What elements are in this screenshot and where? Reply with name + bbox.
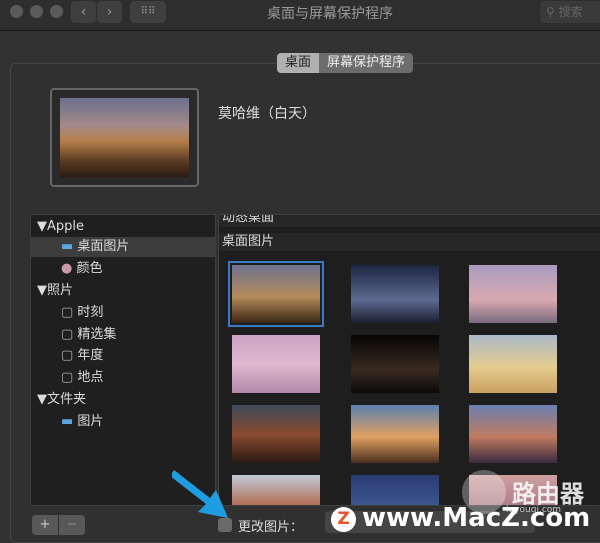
wallpaper-thumbnail[interactable]	[232, 405, 320, 463]
group-label: Apple	[47, 219, 85, 234]
disclosure-icon: ▼	[37, 219, 47, 234]
sidebar-item-pictures[interactable]: ▬ 图片	[31, 412, 215, 432]
wallpaper-thumbnail[interactable]	[469, 335, 557, 393]
wallpaper-grid[interactable]: 动态桌面 桌面图片	[218, 214, 600, 506]
folder-icon: ▬	[61, 239, 78, 254]
item-label: 地点	[77, 370, 104, 385]
group-label: 照片	[47, 283, 74, 298]
change-picture-label: 更改图片：	[238, 520, 304, 535]
wallpaper-thumbnail[interactable]	[232, 335, 320, 393]
title-bar: ‹ › ⠿⠿ 桌面与屏幕保护程序 ⚲ 搜索	[0, 0, 600, 31]
remove-folder-button[interactable]: −	[59, 515, 85, 535]
add-folder-button[interactable]: +	[32, 515, 58, 535]
zoom-button[interactable]	[50, 5, 63, 18]
group-label: 文件夹	[47, 392, 87, 407]
section-desktop-pictures: 桌面图片	[219, 233, 600, 251]
item-label: 颜色	[76, 261, 103, 276]
group-photos[interactable]: ▼照片	[31, 281, 215, 301]
tab-screensaver[interactable]: 屏幕保护程序	[319, 53, 414, 73]
search-placeholder: 搜索	[558, 5, 583, 19]
minimize-button[interactable]	[30, 5, 43, 18]
wallpaper-thumbnail[interactable]	[228, 261, 324, 327]
wallpaper-thumbnail[interactable]	[351, 475, 439, 505]
window-title: 桌面与屏幕保护程序	[267, 6, 393, 22]
photo-album-icon: ▢	[61, 348, 78, 363]
photo-album-icon: ▢	[61, 327, 78, 342]
photo-album-icon: ▢	[61, 305, 78, 320]
photo-album-icon: ▢	[61, 370, 78, 385]
wallpaper-thumbnail[interactable]	[469, 265, 557, 323]
disclosure-icon: ▼	[37, 283, 47, 298]
forward-button[interactable]: ›	[97, 1, 122, 23]
sidebar-item-desktop-pictures[interactable]: ▬ 桌面图片	[31, 237, 215, 257]
wallpaper-name: 莫哈维（白天）	[218, 106, 316, 122]
item-label: 桌面图片	[77, 239, 130, 254]
disclosure-icon: ▼	[37, 392, 47, 407]
folder-icon: ▬	[61, 414, 78, 429]
grid-icon: ⠿⠿	[140, 6, 156, 17]
show-all-button[interactable]: ⠿⠿	[130, 1, 166, 23]
back-button[interactable]: ‹	[71, 1, 96, 23]
close-button[interactable]	[10, 5, 23, 18]
group-folders[interactable]: ▼文件夹	[31, 390, 215, 410]
tab-desktop[interactable]: 桌面	[277, 53, 320, 73]
wallpaper-thumbnail[interactable]	[232, 475, 320, 505]
item-label: 年度	[77, 348, 104, 363]
watermark-macz: www.MacZ.com	[362, 503, 591, 533]
arrow-annotation	[172, 470, 228, 518]
section-dynamic-desktop: 动态桌面	[219, 215, 600, 227]
color-wheel-icon: ●	[61, 261, 77, 276]
wallpaper-thumbnail[interactable]	[469, 405, 557, 463]
search-icon: ⚲	[546, 5, 559, 19]
item-label: 时刻	[77, 305, 104, 320]
item-label: 精选集	[77, 327, 117, 342]
sidebar-item-collections[interactable]: ▢ 精选集	[31, 325, 215, 345]
sidebar-item-years[interactable]: ▢ 年度	[31, 346, 215, 366]
macz-logo: Z	[331, 507, 356, 532]
wallpaper-thumbnail[interactable]	[351, 265, 439, 323]
tab-bar: 桌面 屏幕保护程序	[277, 53, 414, 73]
search-field[interactable]: ⚲ 搜索	[540, 1, 600, 23]
item-label: 图片	[77, 414, 104, 429]
sidebar-item-places[interactable]: ▢ 地点	[31, 368, 215, 388]
current-wallpaper-preview	[50, 88, 199, 187]
wallpaper-thumbnail[interactable]	[351, 335, 439, 393]
sidebar-item-colors[interactable]: ● 颜色	[31, 259, 215, 279]
sidebar-item-moments[interactable]: ▢ 时刻	[31, 303, 215, 323]
group-apple[interactable]: ▼Apple	[31, 217, 215, 237]
wallpaper-thumbnail[interactable]	[351, 405, 439, 463]
